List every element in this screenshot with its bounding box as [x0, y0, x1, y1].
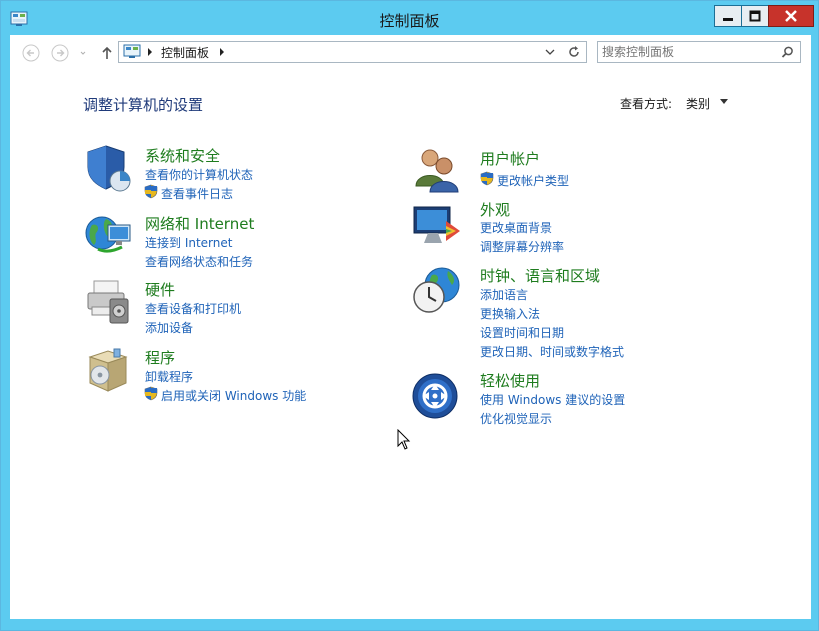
link-adjust-screen-resolution[interactable]: 调整屏幕分辨率 [480, 238, 564, 255]
recent-locations-chevron-icon[interactable] [78, 44, 88, 62]
address-bar[interactable]: 控制面板 [118, 41, 587, 63]
forward-arrow-icon[interactable] [51, 44, 69, 62]
maximize-button[interactable] [741, 5, 769, 27]
category-title-clock-language-region[interactable]: 时钟、语言和区域 [480, 265, 600, 286]
uac-shield-icon [480, 171, 494, 186]
programs-box-icon[interactable] [84, 345, 134, 395]
link-view-devices-printers[interactable]: 查看设备和打印机 [145, 300, 241, 317]
control-panel-window: 控制面板 控制面板 搜索控制面板 调整计算机的设置 查看方式: 类别 系统和安全… [0, 0, 819, 631]
breadcrumb-expand-icon[interactable] [219, 48, 225, 56]
category-title-programs[interactable]: 程序 [145, 347, 175, 368]
address-dropdown-chevron-icon[interactable] [545, 47, 555, 57]
link-optimize-visual-display[interactable]: 优化视觉显示 [480, 410, 552, 427]
link-add-device[interactable]: 添加设备 [145, 319, 193, 336]
view-by-dropdown[interactable]: 类别 [686, 95, 710, 112]
system-security-shield-icon[interactable] [84, 143, 134, 193]
back-arrow-icon[interactable] [22, 44, 40, 62]
content-area: 控制面板 调整计算机的设置 查看方式: 类别 系统和安全 查看你的计算机状 [10, 35, 811, 619]
link-connect-to-internet[interactable]: 连接到 Internet [145, 234, 232, 251]
link-add-language[interactable]: 添加语言 [480, 286, 528, 303]
search-input[interactable] [602, 43, 772, 61]
category-title-system-security[interactable]: 系统和安全 [145, 145, 220, 166]
link-change-date-time-number-formats[interactable]: 更改日期、时间或数字格式 [480, 343, 624, 360]
close-icon [785, 10, 797, 22]
search-icon[interactable] [781, 46, 794, 59]
link-view-computer-status[interactable]: 查看你的计算机状态 [145, 166, 253, 183]
up-arrow-icon[interactable] [98, 44, 116, 62]
close-button[interactable] [768, 5, 814, 27]
view-by-dropdown-arrow-icon[interactable] [720, 99, 728, 104]
hardware-printer-icon[interactable] [84, 277, 134, 327]
page-heading: 调整计算机的设置 [83, 96, 204, 114]
link-change-input-method[interactable]: 更换输入法 [480, 305, 540, 322]
link-use-recommended-settings[interactable]: 使用 Windows 建议的设置 [480, 391, 625, 408]
user-accounts-people-icon[interactable] [412, 146, 462, 196]
category-title-ease-of-access[interactable]: 轻松使用 [480, 370, 540, 391]
link-change-account-type[interactable]: 更改帐户类型 [497, 172, 569, 189]
network-globe-icon[interactable] [84, 211, 134, 261]
refresh-icon[interactable] [567, 45, 581, 59]
title-bar[interactable]: 控制面板 [1, 1, 818, 35]
category-title-appearance[interactable]: 外观 [480, 199, 510, 220]
breadcrumb-separator-icon[interactable] [147, 48, 153, 56]
window-title: 控制面板 [379, 12, 440, 30]
mouse-cursor-icon [397, 429, 411, 450]
link-view-event-logs[interactable]: 查看事件日志 [161, 185, 233, 202]
ease-of-access-icon[interactable] [412, 370, 462, 420]
link-view-network-status[interactable]: 查看网络状态和任务 [145, 253, 253, 270]
link-uninstall-program[interactable]: 卸载程序 [145, 368, 193, 385]
uac-shield-icon [144, 184, 158, 199]
uac-shield-icon [144, 386, 158, 401]
category-title-user-accounts[interactable]: 用户帐户 [480, 148, 540, 169]
category-title-hardware[interactable]: 硬件 [145, 279, 175, 300]
maximize-icon [749, 10, 761, 22]
view-by-label: 查看方式: [620, 97, 673, 111]
clock-globe-icon[interactable] [412, 265, 462, 315]
link-set-time-date[interactable]: 设置时间和日期 [480, 324, 564, 341]
navigation-bar: 控制面板 [10, 35, 811, 73]
control-panel-location-icon [123, 44, 141, 58]
minimize-icon [723, 18, 733, 21]
link-turn-windows-features[interactable]: 启用或关闭 Windows 功能 [161, 387, 306, 404]
minimize-button[interactable] [714, 5, 742, 27]
category-title-network-internet[interactable]: 网络和 Internet [145, 213, 254, 234]
breadcrumb-control-panel[interactable]: 控制面板 [161, 44, 209, 61]
appearance-monitor-icon[interactable] [412, 199, 462, 249]
search-box[interactable] [597, 41, 801, 63]
link-change-desktop-background[interactable]: 更改桌面背景 [480, 219, 552, 236]
